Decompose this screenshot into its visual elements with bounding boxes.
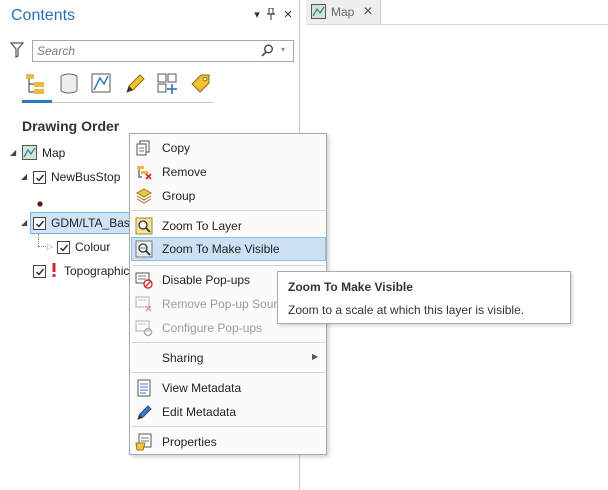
menu-item-zoom-to-make-visible[interactable]: Zoom To Make Visible xyxy=(131,237,326,261)
menu-label: Remove xyxy=(162,165,207,179)
menu-separator xyxy=(132,342,325,343)
menu-separator xyxy=(132,210,325,211)
map-icon xyxy=(22,145,37,166)
remove-layer-icon xyxy=(135,163,153,181)
menu-label: Remove Pop-up Source xyxy=(162,297,291,311)
tree-label-layer: Colour xyxy=(75,240,111,254)
tooltip: Zoom To Make Visible Zoom to a scale at … xyxy=(277,271,571,324)
menu-item-properties[interactable]: Properties xyxy=(131,430,326,454)
tree-item-topographic[interactable]: Topographic xyxy=(0,261,130,281)
menu-item-remove[interactable]: Remove xyxy=(131,160,326,184)
list-by-source-icon[interactable] xyxy=(55,70,83,98)
search-input[interactable] xyxy=(37,43,257,59)
expand-chevron-icon[interactable]: ▷ xyxy=(47,243,55,251)
search-box[interactable]: ▾ xyxy=(32,40,294,62)
search-icon[interactable] xyxy=(261,44,274,60)
tooltip-body: Zoom to a scale at which this layer is v… xyxy=(288,303,525,317)
list-by-editing-icon[interactable] xyxy=(121,70,149,98)
collapse-chevron-icon[interactable]: ◢ xyxy=(10,149,18,157)
collapse-chevron-icon[interactable]: ◢ xyxy=(21,173,29,181)
list-by-labeling-icon[interactable] xyxy=(187,70,215,98)
tooltip-title: Zoom To Make Visible xyxy=(288,280,413,294)
map-view[interactable] xyxy=(306,0,608,490)
menu-item-sharing[interactable]: Sharing ▶ xyxy=(131,346,326,370)
menu-label: Sharing xyxy=(162,351,204,365)
tree-item-newbusstop[interactable]: ◢ NewBusStop xyxy=(0,167,130,187)
tree-item-gdm-lta-base[interactable]: ◢ GDM/LTA_Base xyxy=(0,213,131,233)
remove-popup-source-icon xyxy=(135,295,153,313)
menu-item-copy[interactable]: Copy xyxy=(131,136,326,160)
menu-label: Disable Pop-ups xyxy=(162,273,251,287)
properties-icon xyxy=(135,433,153,451)
tab-map[interactable]: Map ✕ xyxy=(306,0,381,24)
visibility-checkbox[interactable] xyxy=(33,171,46,184)
tree-item-map[interactable]: ◢ Map xyxy=(0,143,130,163)
tree-label-layer: NewBusStop xyxy=(51,170,121,184)
menu-separator xyxy=(132,372,325,373)
tree-label-map: Map xyxy=(42,146,66,160)
warning-icon xyxy=(51,262,57,284)
active-view-indicator xyxy=(22,100,52,103)
copy-icon xyxy=(135,139,153,157)
pane-title: Contents xyxy=(11,7,76,24)
tree-label-layer: GDM/LTA_Base xyxy=(51,216,131,230)
group-layers-icon xyxy=(135,187,153,205)
tab-strip-divider xyxy=(306,24,608,25)
pin-icon[interactable] xyxy=(264,7,278,22)
point-symbol-icon xyxy=(37,196,43,210)
visibility-checkbox[interactable] xyxy=(33,265,46,278)
disable-popups-icon xyxy=(135,271,153,289)
menu-label: Configure Pop-ups xyxy=(162,321,263,335)
menu-item-view-metadata[interactable]: View Metadata xyxy=(131,376,326,400)
visibility-checkbox[interactable] xyxy=(33,217,46,230)
zoom-to-layer-icon xyxy=(135,217,153,235)
menu-label: Zoom To Layer xyxy=(162,219,242,233)
menu-label: Zoom To Make Visible xyxy=(162,242,280,256)
menu-label: Group xyxy=(162,189,196,203)
list-by-snapping-icon[interactable] xyxy=(154,70,182,98)
menu-label: Edit Metadata xyxy=(162,405,237,419)
menu-item-zoom-to-layer[interactable]: Zoom To Layer xyxy=(131,214,326,238)
visibility-checkbox[interactable] xyxy=(57,241,70,254)
collapse-chevron-icon[interactable]: ◢ xyxy=(21,219,29,227)
list-by-selection-icon[interactable] xyxy=(88,70,116,98)
map-icon xyxy=(311,4,326,22)
list-by-drawing-order-icon[interactable] xyxy=(22,70,50,98)
edit-metadata-icon xyxy=(135,403,153,421)
map-tab-label: Map xyxy=(331,5,355,19)
submenu-arrow-icon: ▶ xyxy=(312,352,319,361)
menu-separator xyxy=(132,265,325,266)
menu-separator xyxy=(132,426,325,427)
tree-item-colour[interactable]: ▷ Colour xyxy=(0,237,130,257)
drawing-order-heading: Drawing Order xyxy=(22,118,120,134)
zoom-to-make-visible-icon xyxy=(135,240,153,258)
configure-popups-icon xyxy=(135,319,153,337)
close-pane-button[interactable]: ✕ xyxy=(281,8,295,22)
menu-item-edit-metadata[interactable]: Edit Metadata xyxy=(131,400,326,424)
filter-icon[interactable] xyxy=(9,42,25,61)
menu-label: View Metadata xyxy=(162,381,242,395)
menu-label: Copy xyxy=(162,141,191,155)
menu-label: Properties xyxy=(162,435,217,449)
tree-label-layer: Topographic xyxy=(64,264,130,278)
view-metadata-icon xyxy=(135,379,153,397)
search-options-chevron-icon[interactable]: ▾ xyxy=(281,45,285,54)
pane-options-dropdown[interactable]: ▾ xyxy=(250,8,264,22)
close-icon[interactable]: ✕ xyxy=(363,4,373,18)
menu-item-group[interactable]: Group xyxy=(131,184,326,208)
